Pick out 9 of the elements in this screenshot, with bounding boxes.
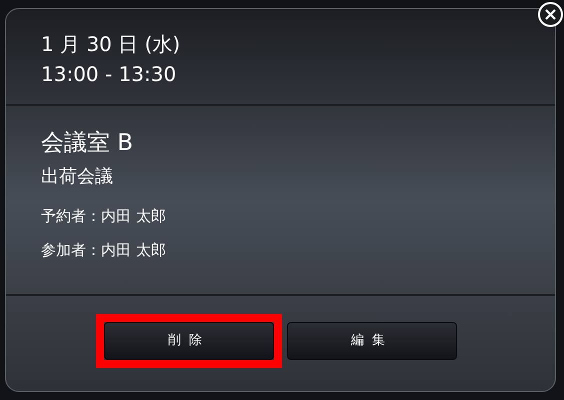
- close-icon[interactable]: [538, 2, 563, 27]
- room-name: 会議室 B: [41, 129, 134, 158]
- action-button[interactable]: 削除: [104, 322, 274, 360]
- detail-line: 予約者：内田 太郎: [41, 206, 166, 227]
- event-time: 13:00 - 13:30: [41, 61, 178, 88]
- event-date: 1 月 30 日 (水): [41, 31, 182, 58]
- meeting-title: 出荷会議: [41, 165, 113, 189]
- detail-line: 参加者：内田 太郎: [41, 240, 166, 261]
- action-button[interactable]: 編集: [287, 322, 457, 360]
